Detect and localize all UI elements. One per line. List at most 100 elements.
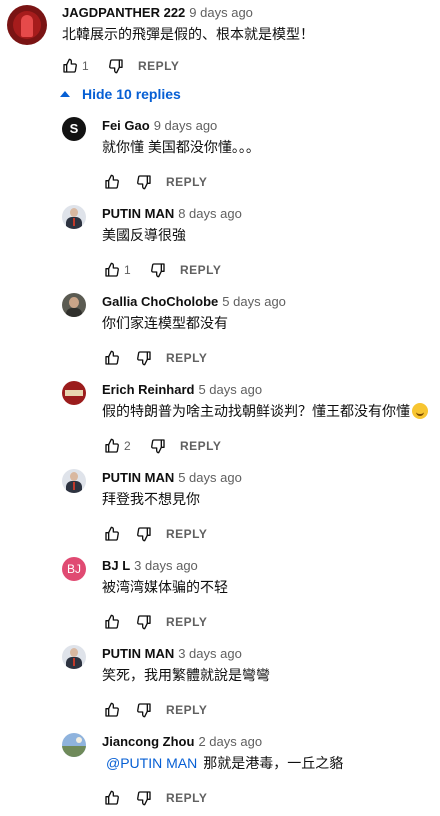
reply-button[interactable]: REPLY	[166, 527, 207, 541]
reply-actions: REPLY	[100, 170, 207, 194]
hide-replies-label: Hide 10 replies	[82, 86, 181, 102]
chevron-up-icon	[60, 91, 70, 97]
reply-time[interactable]: 5 days ago	[222, 294, 286, 309]
thumbs-down-icon	[137, 615, 151, 630]
author-name[interactable]: PUTIN MAN	[102, 646, 174, 661]
like-button[interactable]	[100, 258, 124, 282]
avatar[interactable]	[62, 733, 86, 757]
avatar[interactable]	[62, 381, 86, 405]
reply-button[interactable]: REPLY	[180, 263, 221, 277]
dislike-button[interactable]	[132, 786, 156, 810]
dislike-button[interactable]	[132, 170, 156, 194]
thumbs-down-icon	[151, 263, 165, 278]
reply-text: 就你懂 美国都没你懂。。。	[102, 137, 260, 157]
avatar-body	[66, 308, 82, 317]
reply-actions: REPLY	[100, 610, 207, 634]
thumbs-up-icon	[105, 702, 119, 717]
dislike-button[interactable]	[132, 698, 156, 722]
reply-item: Gallia ChoCholobe 5 days ago 你们家连模型都没有 RE…	[0, 288, 440, 376]
avatar-face	[70, 472, 78, 481]
reply-text-content: 那就是港毒，一丘之貉	[203, 755, 344, 771]
dislike-button[interactable]	[104, 54, 128, 78]
like-button[interactable]	[58, 54, 82, 78]
author-name[interactable]: Fei Gao	[102, 118, 150, 133]
avatar[interactable]	[62, 645, 86, 669]
reply-button[interactable]: REPLY	[166, 791, 207, 805]
thumbs-down-icon	[137, 527, 151, 542]
reply-button[interactable]: REPLY	[166, 351, 207, 365]
reply-text: 你们家连模型都没有	[102, 313, 228, 333]
avatar[interactable]	[62, 469, 86, 493]
reply-actions: REPLY	[100, 698, 207, 722]
reply-text: 假的特朗普为啥主动找朝鲜谈判？懂王都没有你懂	[102, 401, 428, 421]
author-name[interactable]: PUTIN MAN	[102, 470, 174, 485]
avatar-face	[70, 208, 78, 217]
reply-header: Erich Reinhard 5 days ago	[102, 382, 262, 398]
reply-time[interactable]: 5 days ago	[178, 470, 242, 485]
avatar-tie	[73, 482, 75, 490]
reply-time[interactable]: 9 days ago	[154, 118, 218, 133]
thumbs-down-icon	[137, 351, 151, 366]
dislike-button[interactable]	[146, 434, 170, 458]
reply-header: Fei Gao 9 days ago	[102, 118, 217, 134]
reply-text: 笑死，我用繁體就說是彎彎	[102, 665, 270, 685]
like-button[interactable]	[100, 170, 124, 194]
dislike-button[interactable]	[132, 610, 156, 634]
reply-header: PUTIN MAN 5 days ago	[102, 470, 242, 486]
dislike-button[interactable]	[132, 522, 156, 546]
reply-item: BJ BJ L 3 days ago 被湾湾媒体骗的不轻 REPLY	[0, 552, 440, 640]
reply-actions: REPLY	[100, 522, 207, 546]
reply-time[interactable]: 3 days ago	[178, 646, 242, 661]
reply-button[interactable]: REPLY	[166, 703, 207, 717]
grinning-face-emoji-icon	[412, 403, 428, 419]
author-name[interactable]: JAGDPANTHER 222	[62, 5, 185, 20]
reply-time[interactable]: 2 days ago	[198, 734, 262, 749]
like-button[interactable]	[100, 522, 124, 546]
avatar[interactable]	[62, 205, 86, 229]
like-button[interactable]	[100, 434, 124, 458]
thumbs-up-icon	[105, 614, 119, 629]
avatar-face	[69, 297, 79, 308]
thumbs-up-icon	[105, 350, 119, 365]
reply-time[interactable]: 3 days ago	[134, 558, 198, 573]
reply-text: 拜登我不想見你	[102, 489, 200, 509]
reply-button[interactable]: REPLY	[138, 59, 179, 73]
reply-text: @PUTIN MAN 那就是港毒，一丘之貉	[106, 753, 343, 773]
avatar[interactable]	[62, 293, 86, 317]
author-name[interactable]: BJ L	[102, 558, 130, 573]
avatar-figure	[21, 15, 33, 37]
dislike-button[interactable]	[146, 258, 170, 282]
reply-time[interactable]: 5 days ago	[198, 382, 262, 397]
thumbs-up-icon	[105, 526, 119, 541]
reply-button[interactable]: REPLY	[166, 615, 207, 629]
reply-text-content: 假的特朗普为啥主动找朝鲜谈判？懂王都没有你懂	[102, 403, 410, 419]
like-button[interactable]	[100, 698, 124, 722]
comment-header: JAGDPANTHER 222 9 days ago	[62, 5, 253, 21]
avatar[interactable]: S	[62, 117, 86, 141]
user-mention-link[interactable]: @PUTIN MAN	[106, 755, 197, 771]
dislike-button[interactable]	[132, 346, 156, 370]
author-name[interactable]: PUTIN MAN	[102, 206, 174, 221]
like-button[interactable]	[100, 346, 124, 370]
like-button[interactable]	[100, 610, 124, 634]
avatar[interactable]	[7, 5, 47, 45]
reply-text: 被湾湾媒体骗的不轻	[102, 577, 228, 597]
author-name[interactable]: Gallia ChoCholobe	[102, 294, 218, 309]
reply-header: PUTIN MAN 3 days ago	[102, 646, 242, 662]
reply-time[interactable]: 8 days ago	[178, 206, 242, 221]
author-name[interactable]: Jiancong Zhou	[102, 734, 194, 749]
avatar-band	[65, 390, 83, 396]
like-button[interactable]	[100, 786, 124, 810]
author-name[interactable]: Erich Reinhard	[102, 382, 194, 397]
reply-button[interactable]: REPLY	[180, 439, 221, 453]
avatar[interactable]: BJ	[62, 557, 86, 581]
reply-item: Jiancong Zhou 2 days ago @PUTIN MAN 那就是港毒，…	[0, 728, 440, 816]
reply-text-content: 拜登我不想見你	[102, 491, 200, 507]
avatar-sun	[76, 737, 82, 743]
reply-actions: 2 REPLY	[100, 434, 221, 458]
comment-time[interactable]: 9 days ago	[189, 5, 253, 20]
hide-replies-button[interactable]: Hide 10 replies	[60, 84, 181, 104]
reply-button[interactable]: REPLY	[166, 175, 207, 189]
comment-actions: 1 REPLY	[58, 54, 179, 78]
reply-item: PUTIN MAN 5 days ago 拜登我不想見你 REPLY	[0, 464, 440, 552]
